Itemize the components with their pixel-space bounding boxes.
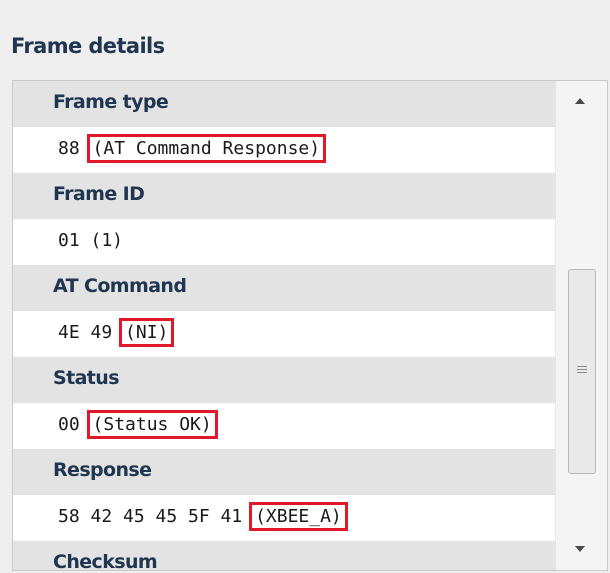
field-value-frame-type: 88 (AT Command Response) <box>13 127 555 173</box>
value-hex: 88 <box>58 138 91 159</box>
field-value-frame-id: 01 (1) <box>13 219 555 265</box>
field-value-text: 01 (1) <box>58 230 123 252</box>
field-label: Frame type <box>53 91 169 113</box>
value-decoded-highlight: (Status OK) <box>86 410 218 439</box>
frame-details-content: Frame type 88 (AT Command Response) Fram… <box>13 81 555 570</box>
frame-details-panel: Frame details Frame type 88 (AT Command … <box>0 0 610 573</box>
grip-icon <box>577 366 587 375</box>
field-label: Status <box>53 367 120 389</box>
frame-details-list[interactable]: Frame type 88 (AT Command Response) Fram… <box>12 80 608 571</box>
field-header-at-command: AT Command <box>13 265 555 311</box>
value-decoded-highlight: (NI) <box>119 318 175 347</box>
value-decoded-highlight: (AT Command Response) <box>86 134 327 163</box>
field-header-response: Response <box>13 449 555 495</box>
value-hex: 01 (1) <box>58 230 124 251</box>
vertical-scrollbar[interactable] <box>555 81 607 570</box>
field-label: Frame ID <box>53 183 145 205</box>
field-value-text: 58 42 45 45 5F 41 (XBEE_A) <box>58 502 348 531</box>
value-hex: 58 42 45 45 5F 41 <box>58 506 254 527</box>
field-label: Response <box>53 459 152 481</box>
value-hex: 4E 49 <box>58 322 124 343</box>
value-hex: 00 <box>58 414 91 435</box>
field-value-text: 4E 49 (NI) <box>58 318 175 347</box>
arrow-down-icon[interactable] <box>575 546 585 552</box>
arrow-up-icon[interactable] <box>575 98 585 104</box>
field-header-frame-type: Frame type <box>13 81 555 127</box>
field-header-frame-id: Frame ID <box>13 173 555 219</box>
field-value-status: 00 (Status OK) <box>13 403 555 449</box>
field-header-checksum: Checksum <box>13 541 555 571</box>
field-value-at-command: 4E 49 (NI) <box>13 311 555 357</box>
field-header-status: Status <box>13 357 555 403</box>
field-value-response: 58 42 45 45 5F 41 (XBEE_A) <box>13 495 555 541</box>
panel-title: Frame details <box>11 34 165 58</box>
field-value-text: 00 (Status OK) <box>58 410 218 439</box>
scrollbar-thumb[interactable] <box>568 269 596 474</box>
field-label: Checksum <box>53 551 158 571</box>
value-decoded-highlight: (XBEE_A) <box>249 502 348 531</box>
field-value-text: 88 (AT Command Response) <box>58 134 327 163</box>
field-label: AT Command <box>53 275 187 297</box>
